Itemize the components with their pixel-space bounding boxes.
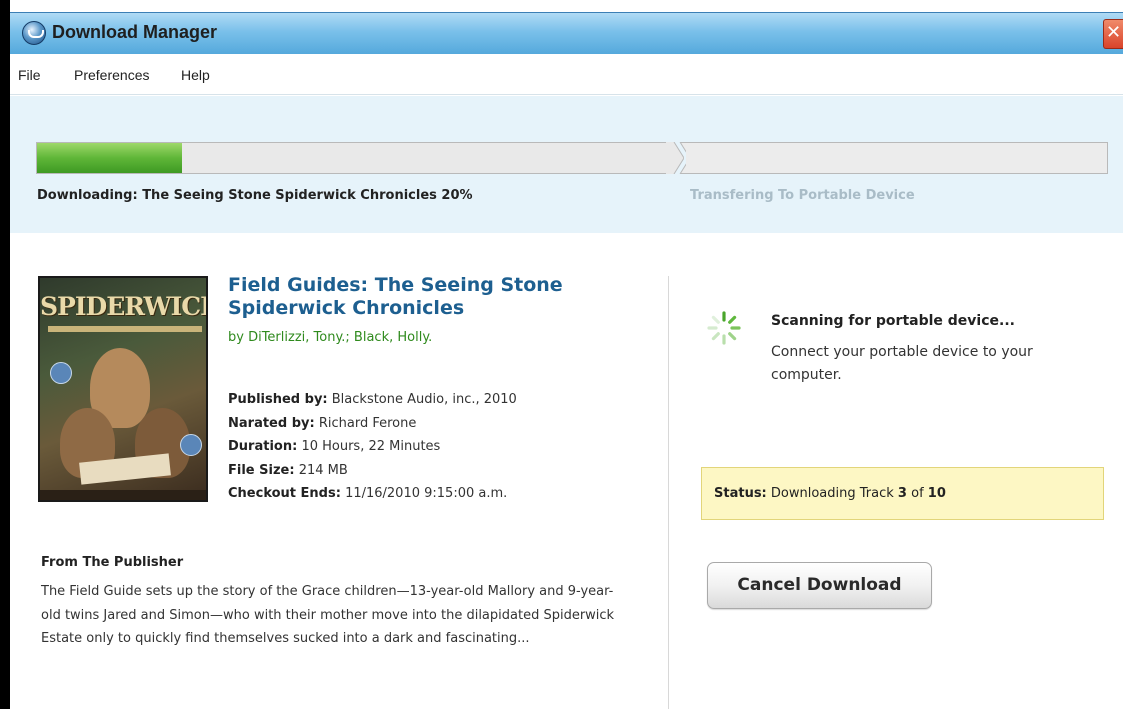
window-frame: [0, 0, 10, 709]
window-title: Download Manager: [52, 22, 218, 42]
meta-value: 11/16/2010 9:15:00 a.m.: [345, 486, 508, 501]
cover-badge: [180, 434, 202, 456]
cover-band: [48, 326, 202, 332]
meta-key: Duration:: [228, 439, 298, 454]
meta-checkout-ends: Checkout Ends: 11/16/2010 9:15:00 a.m.: [228, 482, 517, 506]
scanning-instructions: Connect your portable device to your com…: [771, 344, 1033, 383]
cover-title-text: SPIDERWICK: [40, 292, 208, 321]
cancel-download-button[interactable]: Cancel Download: [707, 562, 932, 609]
download-manager-window: Download Manager ✕ File Preferences Help…: [0, 0, 1123, 709]
download-progress-bar: [36, 142, 684, 174]
menu-preferences[interactable]: Preferences: [74, 67, 149, 83]
meta-publisher: Published by: Blackstone Audio, inc., 20…: [228, 388, 517, 412]
menu-file[interactable]: File: [18, 67, 41, 83]
status-total-tracks: 10: [927, 486, 946, 501]
publisher-heading: From The Publisher: [41, 555, 184, 570]
status-prefix: Downloading Track: [770, 486, 894, 501]
app-icon: [22, 21, 46, 45]
book-metadata: Published by: Blackstone Audio, inc., 20…: [228, 388, 517, 506]
transfer-progress-track: [686, 142, 1108, 174]
book-title: Field Guides: The Seeing Stone Spiderwic…: [228, 274, 563, 319]
cover-badge: [50, 362, 72, 384]
status-of: of: [911, 486, 924, 501]
book-authors: by DiTerlizzi, Tony.; Black, Holly.: [228, 330, 433, 345]
status-box: Status: Downloading Track 3 of 10: [701, 467, 1104, 520]
menu-bar: File Preferences Help: [10, 55, 1123, 95]
title-bar[interactable]: Download Manager ✕: [10, 12, 1123, 54]
meta-value: 10 Hours, 22 Minutes: [301, 439, 441, 454]
close-button[interactable]: ✕: [1103, 19, 1123, 49]
status-current-track: 3: [897, 486, 907, 501]
column-divider: [668, 276, 669, 709]
meta-key: Narated by:: [228, 415, 315, 431]
transfer-stage-label: Transfering To Portable Device: [690, 188, 915, 203]
meta-value: 214 MB: [298, 462, 348, 478]
spinner-icon: [707, 311, 741, 345]
meta-key: Published by:: [228, 392, 328, 407]
cover-footer: [40, 490, 206, 500]
status-text: Status: Downloading Track 3 of 10: [714, 486, 946, 501]
meta-duration: Duration: 10 Hours, 22 Minutes: [228, 435, 517, 459]
meta-narrator: Narated by: Richard Ferone: [228, 412, 517, 436]
meta-value: Richard Ferone: [318, 415, 417, 431]
download-progress-fill: [37, 143, 182, 173]
meta-key: File Size:: [228, 462, 295, 478]
scanning-title: Scanning for portable device...: [771, 313, 1015, 329]
transfer-progress-bar: [678, 142, 1108, 174]
status-label: Status:: [714, 486, 767, 501]
menu-help[interactable]: Help: [181, 67, 210, 83]
publisher-description: The Field Guide sets up the story of the…: [41, 584, 615, 646]
meta-key: Checkout Ends:: [228, 486, 341, 501]
meta-value: Blackstone Audio, inc., 2010: [331, 392, 517, 407]
progress-panel: Downloading: The Seeing Stone Spiderwick…: [10, 96, 1123, 233]
meta-file-size: File Size: 214 MB: [228, 459, 517, 483]
book-cover-image: SPIDERWICK: [38, 276, 208, 502]
download-stage-label: Downloading: The Seeing Stone Spiderwick…: [37, 188, 473, 203]
